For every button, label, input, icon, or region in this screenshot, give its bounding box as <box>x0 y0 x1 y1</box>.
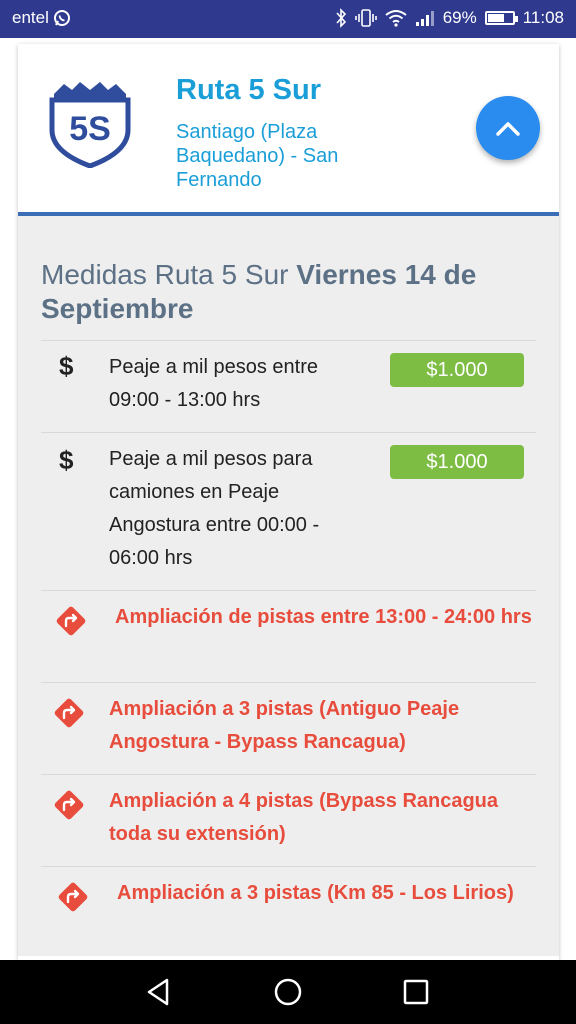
collapse-button[interactable] <box>476 96 540 160</box>
list-item-text: Peaje a mil pesos entre 09:00 - 13:00 hr… <box>109 356 319 411</box>
measures-section: Medidas Ruta 5 Sur Viernes 14 de Septiem… <box>18 216 559 956</box>
price-badge: $1.000 <box>390 445 524 479</box>
status-bar: entel 69% 11:08 <box>0 0 576 38</box>
list-item-text: Ampliación a 3 pistas (Km 85 - Los Lirio… <box>117 882 514 904</box>
route-title: Ruta 5 Sur <box>176 74 322 106</box>
whatsapp-icon <box>53 10 70 26</box>
turn-right-icon <box>54 698 84 728</box>
list-item[interactable]: Ampliación a 4 pistas (Bypass Rancagua t… <box>41 774 536 866</box>
turn-right-icon <box>54 790 84 820</box>
turn-right-icon <box>58 882 88 912</box>
list-item-text: Ampliación de pistas entre 13:00 - 24:00… <box>115 606 532 628</box>
status-right: 69% 11:08 <box>335 8 564 28</box>
carrier-name: entel <box>12 8 49 27</box>
battery-percent: 69% <box>442 8 477 27</box>
dollar-icon: $ <box>59 445 74 475</box>
battery-level <box>487 14 505 22</box>
section-title-normal: Medidas Ruta 5 Sur <box>41 259 297 290</box>
vibrate-icon <box>354 9 377 27</box>
section-title: Medidas Ruta 5 Sur Viernes 14 de Septiem… <box>41 258 536 326</box>
route-5s-shield-logo: 5S <box>49 82 131 168</box>
bluetooth-icon <box>336 8 346 28</box>
home-icon[interactable] <box>272 976 304 1008</box>
signal-icon <box>415 11 434 26</box>
list-item[interactable]: $ Peaje a mil pesos entre 09:00 - 13:00 … <box>41 340 536 432</box>
list-item-text: Ampliación a 4 pistas (Bypass Rancagua t… <box>109 790 499 845</box>
chevron-up-icon <box>496 122 520 136</box>
logo-text: 5S <box>69 110 111 148</box>
route-card: 5S Ruta 5 Sur Santiago (Plaza Baquedano)… <box>18 44 559 960</box>
route-subtitle: Santiago (Plaza Baquedano) - San Fernand… <box>176 121 339 191</box>
route-header: 5S Ruta 5 Sur Santiago (Plaza Baquedano)… <box>18 44 559 216</box>
dollar-icon: $ <box>59 351 74 381</box>
list-item[interactable]: $ Peaje a mil pesos para camiones en Pea… <box>41 432 536 590</box>
list-item[interactable]: Ampliación de pistas entre 13:00 - 24:00… <box>41 590 536 682</box>
price-badge: $1.000 <box>390 353 524 387</box>
list-item-text: Ampliación a 3 pistas (Antiguo Peaje Ang… <box>109 698 460 753</box>
list-item[interactable]: Ampliación a 3 pistas (Antiguo Peaje Ang… <box>41 682 536 774</box>
status-left: entel <box>12 8 71 28</box>
list-item[interactable]: Ampliación a 3 pistas (Km 85 - Los Lirio… <box>41 866 536 958</box>
wifi-icon <box>385 10 407 27</box>
recents-icon[interactable] <box>400 976 432 1008</box>
list-item-text: Peaje a mil pesos para camiones en Peaje… <box>109 448 320 569</box>
navigation-bar <box>0 960 576 1024</box>
clock: 11:08 <box>522 8 564 27</box>
battery-icon <box>484 11 518 25</box>
back-icon[interactable] <box>143 976 175 1008</box>
turn-right-icon <box>56 606 86 636</box>
